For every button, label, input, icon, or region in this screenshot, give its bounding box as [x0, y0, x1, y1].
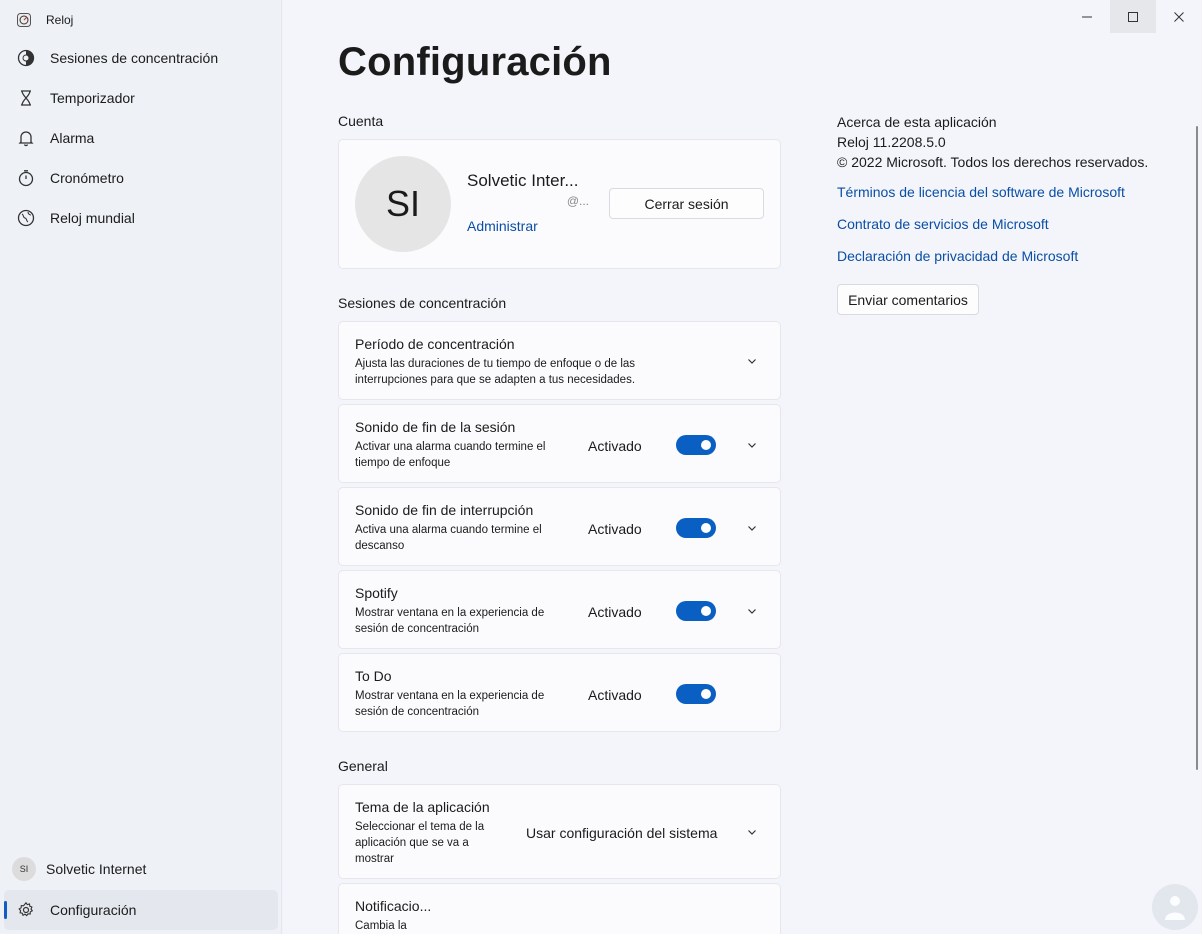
setting-title: Tema de la aplicación: [355, 799, 490, 815]
sidebar-item-account[interactable]: SI Solvetic Internet: [4, 848, 278, 890]
sidebar-item-focus-sessions[interactable]: Sesiones de concentración: [4, 38, 278, 78]
focus-icon: [16, 48, 36, 68]
app-title-bar: Reloj: [16, 10, 73, 30]
toggle-state-label: Activado: [588, 687, 642, 703]
section-label-account: Cuenta: [338, 113, 384, 129]
todo-toggle[interactable]: [676, 684, 716, 704]
account-card: SI Solvetic Inter... @... Administrar Ce…: [338, 139, 781, 269]
avatar: SI: [355, 156, 451, 252]
sidebar-item-stopwatch[interactable]: Cronómetro: [4, 158, 278, 198]
privacy-statement-link[interactable]: Declaración de privacidad de Microsoft: [837, 246, 1167, 266]
toggle-state-label: Activado: [588, 604, 642, 620]
sidebar-user-name: Solvetic Internet: [46, 861, 147, 877]
chevron-down-icon[interactable]: [744, 603, 760, 619]
maximize-icon: [1128, 11, 1138, 22]
setting-description: Mostrar ventana en la experiencia de ses…: [355, 607, 545, 635]
setting-focus-period[interactable]: Período de concentración Ajusta las dura…: [338, 321, 781, 400]
section-label-general: General: [338, 758, 388, 774]
logout-button[interactable]: Cerrar sesión: [609, 188, 764, 219]
sidebar-item-settings[interactable]: Configuración: [4, 890, 278, 930]
sidebar-bottom: SI Solvetic Internet Configuración: [4, 848, 278, 930]
license-terms-link[interactable]: Términos de licencia del software de Mic…: [837, 182, 1167, 202]
sidebar-item-label: Configuración: [50, 902, 137, 918]
bell-icon: [16, 128, 36, 148]
setting-notifications: Notificacio... Cambia la: [338, 883, 781, 934]
chevron-down-icon[interactable]: [744, 520, 760, 536]
setting-todo: To Do Mostrar ventana en la experiencia …: [338, 653, 781, 732]
setting-session-end-sound: Sonido de fin de la sesión Activar una a…: [338, 404, 781, 483]
section-label-focus-sessions: Sesiones de concentración: [338, 295, 507, 311]
app-title: Reloj: [46, 13, 74, 27]
sidebar-item-label: Temporizador: [50, 90, 135, 106]
close-icon: [1174, 11, 1184, 22]
watermark-logo-icon: [1152, 884, 1198, 930]
account-name: Solvetic Inter...: [467, 171, 579, 190]
sidebar-item-label: Sesiones de concentración: [50, 50, 219, 66]
stopwatch-icon: [16, 168, 36, 188]
window-controls: [1064, 0, 1202, 33]
setting-title: Sonido de fin de la sesión: [355, 419, 516, 435]
setting-title: Spotify: [355, 585, 398, 601]
setting-spotify: Spotify Mostrar ventana en la experienci…: [338, 570, 781, 649]
gear-icon: [16, 900, 36, 920]
setting-description: Activa una alarma cuando termine el desc…: [355, 524, 542, 552]
services-agreement-link[interactable]: Contrato de servicios de Microsoft: [837, 214, 1167, 234]
spotify-toggle[interactable]: [676, 601, 716, 621]
sidebar-item-world-clock[interactable]: Reloj mundial: [4, 198, 278, 238]
setting-description: Cambia la: [355, 920, 407, 932]
avatar: SI: [12, 857, 36, 881]
account-email: @...: [566, 194, 589, 208]
setting-description: Activar una alarma cuando termine el tie…: [355, 441, 546, 469]
theme-select[interactable]: Usar configuración del sistema: [526, 825, 717, 841]
manage-account-link[interactable]: Administrar: [467, 218, 538, 234]
hourglass-icon: [16, 88, 36, 108]
close-button[interactable]: [1156, 0, 1202, 33]
setting-description: Mostrar ventana en la experiencia de ses…: [355, 690, 545, 718]
sidebar-item-alarm[interactable]: Alarma: [4, 118, 278, 158]
minimize-icon: [1082, 16, 1092, 17]
scrollbar[interactable]: [1196, 126, 1198, 770]
setting-description: Seleccionar el tema de la aplicación que…: [355, 821, 485, 865]
sidebar-item-timer[interactable]: Temporizador: [4, 78, 278, 118]
chevron-down-icon[interactable]: [744, 353, 760, 369]
toggle-state-label: Activado: [588, 438, 642, 454]
setting-title: Notificacio...: [355, 898, 432, 914]
page-title: Configuración: [338, 40, 612, 84]
about-heading: Acerca de esta aplicación: [837, 114, 997, 130]
toggle-state-label: Activado: [588, 521, 642, 537]
minimize-button[interactable]: [1064, 0, 1110, 33]
sidebar-item-label: Cronómetro: [50, 170, 124, 186]
chevron-down-icon[interactable]: [744, 824, 760, 840]
setting-title: Sonido de fin de interrupción: [355, 502, 534, 518]
clock-app-icon: [16, 12, 32, 28]
setting-description: Ajusta las duraciones de tu tiempo de en…: [355, 358, 636, 386]
main-content: Configuración Cuenta SI Solvetic Inter..…: [283, 0, 1202, 934]
sidebar-nav: Sesiones de concentración Temporizador A…: [4, 38, 278, 238]
send-feedback-button[interactable]: Enviar comentarios: [837, 284, 979, 315]
setting-break-end-sound: Sonido de fin de interrupción Activa una…: [338, 487, 781, 566]
chevron-down-icon[interactable]: [744, 437, 760, 453]
sidebar-item-label: Alarma: [50, 130, 95, 146]
globe-icon: [16, 208, 36, 228]
setting-title: Período de concentración: [355, 336, 515, 352]
app-version: Reloj 11.2208.5.0: [837, 134, 946, 150]
about-section: Acerca de esta aplicación Reloj 11.2208.…: [837, 112, 1167, 266]
session-end-sound-toggle[interactable]: [676, 435, 716, 455]
setting-title: To Do: [355, 668, 392, 684]
sidebar: Reloj Sesiones de concentración Temporiz…: [0, 0, 282, 934]
sidebar-item-label: Reloj mundial: [50, 210, 135, 226]
break-end-sound-toggle[interactable]: [676, 518, 716, 538]
maximize-button[interactable]: [1110, 0, 1156, 33]
setting-app-theme: Tema de la aplicación Seleccionar el tem…: [338, 784, 781, 879]
copyright: © 2022 Microsoft. Todos los derechos res…: [837, 154, 1149, 170]
